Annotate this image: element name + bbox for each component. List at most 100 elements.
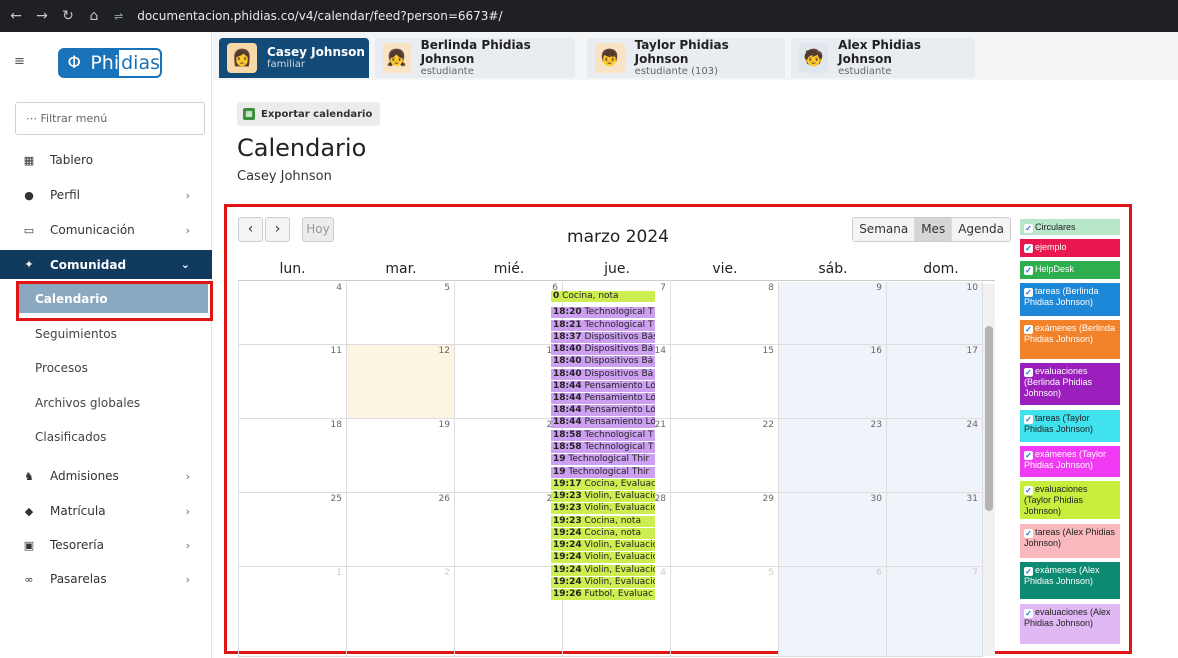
reload-icon[interactable]: ↻ (58, 8, 78, 24)
calendar-event[interactable]: 18:58 Technological T (551, 442, 655, 453)
legend-item[interactable]: ✓ HelpDesk (1020, 261, 1120, 279)
view-agenda-button[interactable]: Agenda (952, 218, 1010, 241)
legend-item[interactable]: ✓ tareas (Alex Phidias Johnson) (1020, 524, 1120, 558)
menu-item-matricula[interactable]: ◆ Matrícula › (0, 497, 212, 525)
day-cell[interactable]: 5 (347, 282, 455, 345)
legend-item[interactable]: ✓ exámenes (Taylor Phidias Johnson) (1020, 446, 1120, 477)
calendar-event[interactable]: 18:44 Pensamiento Ló (551, 405, 655, 416)
legend-item[interactable]: ✓ exámenes (Berlinda Phidias Johnson) (1020, 320, 1120, 359)
calendar-scrollbar[interactable] (983, 284, 995, 656)
site-info-icon[interactable]: ⇌ (114, 10, 123, 23)
menu-item-pasarelas[interactable]: ∞ Pasarelas › (0, 565, 212, 593)
day-cell[interactable]: 7 (887, 567, 983, 657)
legend-item[interactable]: ✓ exámenes (Alex Phidias Johnson) (1020, 562, 1120, 599)
day-cell[interactable]: 23 (779, 419, 887, 493)
day-cell[interactable]: 6 (455, 282, 563, 345)
day-cell[interactable]: 18 (238, 419, 347, 493)
checkbox-checked-icon[interactable]: ✓ (1024, 609, 1033, 618)
day-cell[interactable]: 24 (887, 419, 983, 493)
day-cell[interactable]: 29 (671, 493, 779, 567)
calendar-event[interactable]: 19 Technological Thir (551, 467, 655, 478)
calendar-event[interactable]: 19:26 Futbol, Evaluac (551, 589, 655, 600)
checkbox-checked-icon[interactable]: ✓ (1024, 288, 1033, 297)
checkbox-checked-icon[interactable]: ✓ (1024, 415, 1033, 424)
day-cell[interactable]: 12 (347, 345, 455, 419)
calendar-event[interactable]: 0 Cocina, nota (551, 291, 655, 302)
calendar-event[interactable]: 19:23 Cocina, nota (551, 516, 655, 527)
legend-item[interactable]: ✓ Circulares (1020, 219, 1120, 235)
person-tab-alex[interactable]: 🧒 Alex Phidias Johnson estudiante (791, 38, 975, 78)
menu-item-comunicacion[interactable]: ▭ Comunicación › (0, 216, 212, 244)
day-cell[interactable]: 19 (347, 419, 455, 493)
calendar-event[interactable]: 18:20 Technological T (551, 307, 655, 318)
home-icon[interactable]: ⌂ (84, 8, 104, 24)
day-cell[interactable]: 20 (455, 419, 563, 493)
checkbox-checked-icon[interactable]: ✓ (1024, 486, 1033, 495)
calendar-event[interactable]: 18:37 Dispositivos Bás (551, 332, 655, 343)
day-cell[interactable]: 31 (887, 493, 983, 567)
submenu-item-procesos[interactable]: Procesos (0, 352, 212, 382)
calendar-event[interactable]: 19:24 Violin, Evaluació (551, 577, 655, 588)
collapse-menu-icon[interactable]: ≡ (14, 54, 25, 69)
day-cell[interactable]: 30 (779, 493, 887, 567)
scrollbar-thumb[interactable] (985, 326, 993, 511)
checkbox-checked-icon[interactable]: ✓ (1024, 224, 1033, 233)
person-tab-casey[interactable]: 👩 Casey Johnson familiar (219, 38, 369, 78)
submenu-item-seguimientos[interactable]: Seguimientos (0, 318, 212, 348)
checkbox-checked-icon[interactable]: ✓ (1024, 244, 1033, 253)
day-cell[interactable]: 13 (455, 345, 563, 419)
filter-menu-input[interactable]: ⋯ Filtrar menú (15, 102, 205, 135)
day-cell[interactable]: 22 (671, 419, 779, 493)
menu-item-tablero[interactable]: ▦ Tablero (0, 146, 212, 174)
calendar-event[interactable]: 19:17 Cocina, Evaluac (551, 479, 655, 490)
day-cell[interactable]: 6 (779, 567, 887, 657)
checkbox-checked-icon[interactable]: ✓ (1024, 368, 1033, 377)
calendar-event[interactable]: 19:24 Cocina, nota (551, 528, 655, 539)
view-month-button[interactable]: Mes (915, 218, 953, 241)
menu-item-admisiones[interactable]: ♞ Admisiones › (0, 462, 212, 490)
logo[interactable]: Φ Phi dias (58, 48, 162, 78)
day-cell[interactable]: 1 (238, 567, 347, 657)
calendar-event[interactable]: 19:23 Violin, Evaluació (551, 491, 655, 502)
day-cell[interactable]: 2 (347, 567, 455, 657)
menu-item-perfil[interactable]: ● Perfil › (0, 181, 212, 209)
person-tab-berlinda[interactable]: 👧 Berlinda Phidias Johnson estudiante (375, 38, 575, 78)
legend-item[interactable]: ✓ ejemplo (1020, 239, 1120, 257)
submenu-item-archivos-globales[interactable]: Archivos globales (0, 387, 212, 417)
day-cell[interactable]: 4 (238, 282, 347, 345)
calendar-event[interactable]: 19:24 Violin, Evaluació (551, 552, 655, 563)
day-cell[interactable]: 27 (455, 493, 563, 567)
menu-item-comunidad[interactable]: ✦ Comunidad ⌄ (0, 250, 212, 279)
day-cell[interactable]: 11 (238, 345, 347, 419)
calendar-event[interactable]: 18:44 Pensamiento Ló (551, 393, 655, 404)
view-week-button[interactable]: Semana (853, 218, 916, 241)
calendar-event[interactable]: 18:44 Pensamiento Ló (551, 381, 655, 392)
day-cell[interactable]: 9 (779, 282, 887, 345)
menu-item-tesoreria[interactable]: ▣ Tesorería › (0, 531, 212, 559)
forward-icon[interactable]: → (32, 8, 52, 24)
calendar-event[interactable]: 19 Technological Thir (551, 454, 655, 465)
export-calendar-button[interactable]: ▦ Exportar calendario (237, 102, 381, 126)
person-tab-taylor[interactable]: 👦 Taylor Phidias Johnson estudiante (103) (587, 38, 785, 78)
day-cell[interactable]: 5 (671, 567, 779, 657)
back-icon[interactable]: ← (6, 8, 26, 24)
day-cell[interactable]: 16 (779, 345, 887, 419)
legend-item[interactable]: ✓ evaluaciones (Berlinda Phidias Johnson) (1020, 363, 1120, 405)
calendar-event[interactable]: 18:44 Pensamiento Ló (551, 417, 655, 428)
address-bar[interactable]: documentacion.phidias.co/v4/calendar/fee… (137, 9, 502, 23)
checkbox-checked-icon[interactable]: ✓ (1024, 451, 1033, 460)
legend-item[interactable]: ✓ tareas (Taylor Phidias Johnson) (1020, 410, 1120, 442)
calendar-event[interactable]: 19:24 Violin, Evaluació (551, 565, 655, 576)
legend-item[interactable]: ✓ evaluaciones (Alex Phidias Johnson) (1020, 604, 1120, 644)
checkbox-checked-icon[interactable]: ✓ (1024, 567, 1033, 576)
day-cell[interactable]: 17 (887, 345, 983, 419)
legend-item[interactable]: ✓ evaluaciones (Taylor Phidias Johnson) (1020, 481, 1120, 519)
calendar-event[interactable]: 18:40 Dispositivos Bá (551, 356, 655, 367)
calendar-event[interactable]: 18:21 Technological T (551, 320, 655, 331)
calendar-event[interactable]: 18:40 Dispositivos Bá (551, 344, 655, 355)
day-cell[interactable]: 3 (455, 567, 563, 657)
checkbox-checked-icon[interactable]: ✓ (1024, 325, 1033, 334)
calendar-event[interactable]: 18:58 Technological T (551, 430, 655, 441)
day-cell[interactable]: 8 (671, 282, 779, 345)
day-cell[interactable]: 15 (671, 345, 779, 419)
